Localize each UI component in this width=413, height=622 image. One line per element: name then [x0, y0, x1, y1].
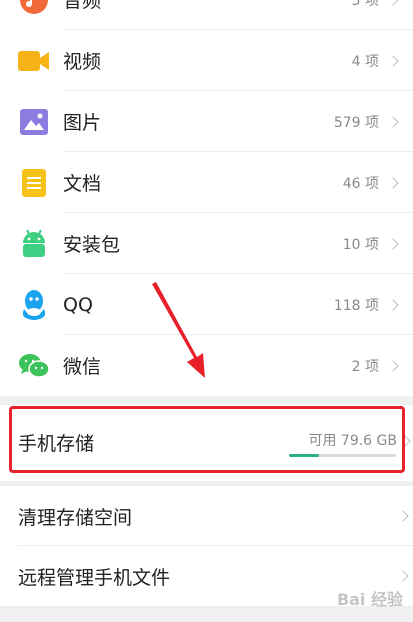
annotation-arrow [152, 282, 205, 378]
watermark: Bai 经验 [336, 590, 403, 609]
